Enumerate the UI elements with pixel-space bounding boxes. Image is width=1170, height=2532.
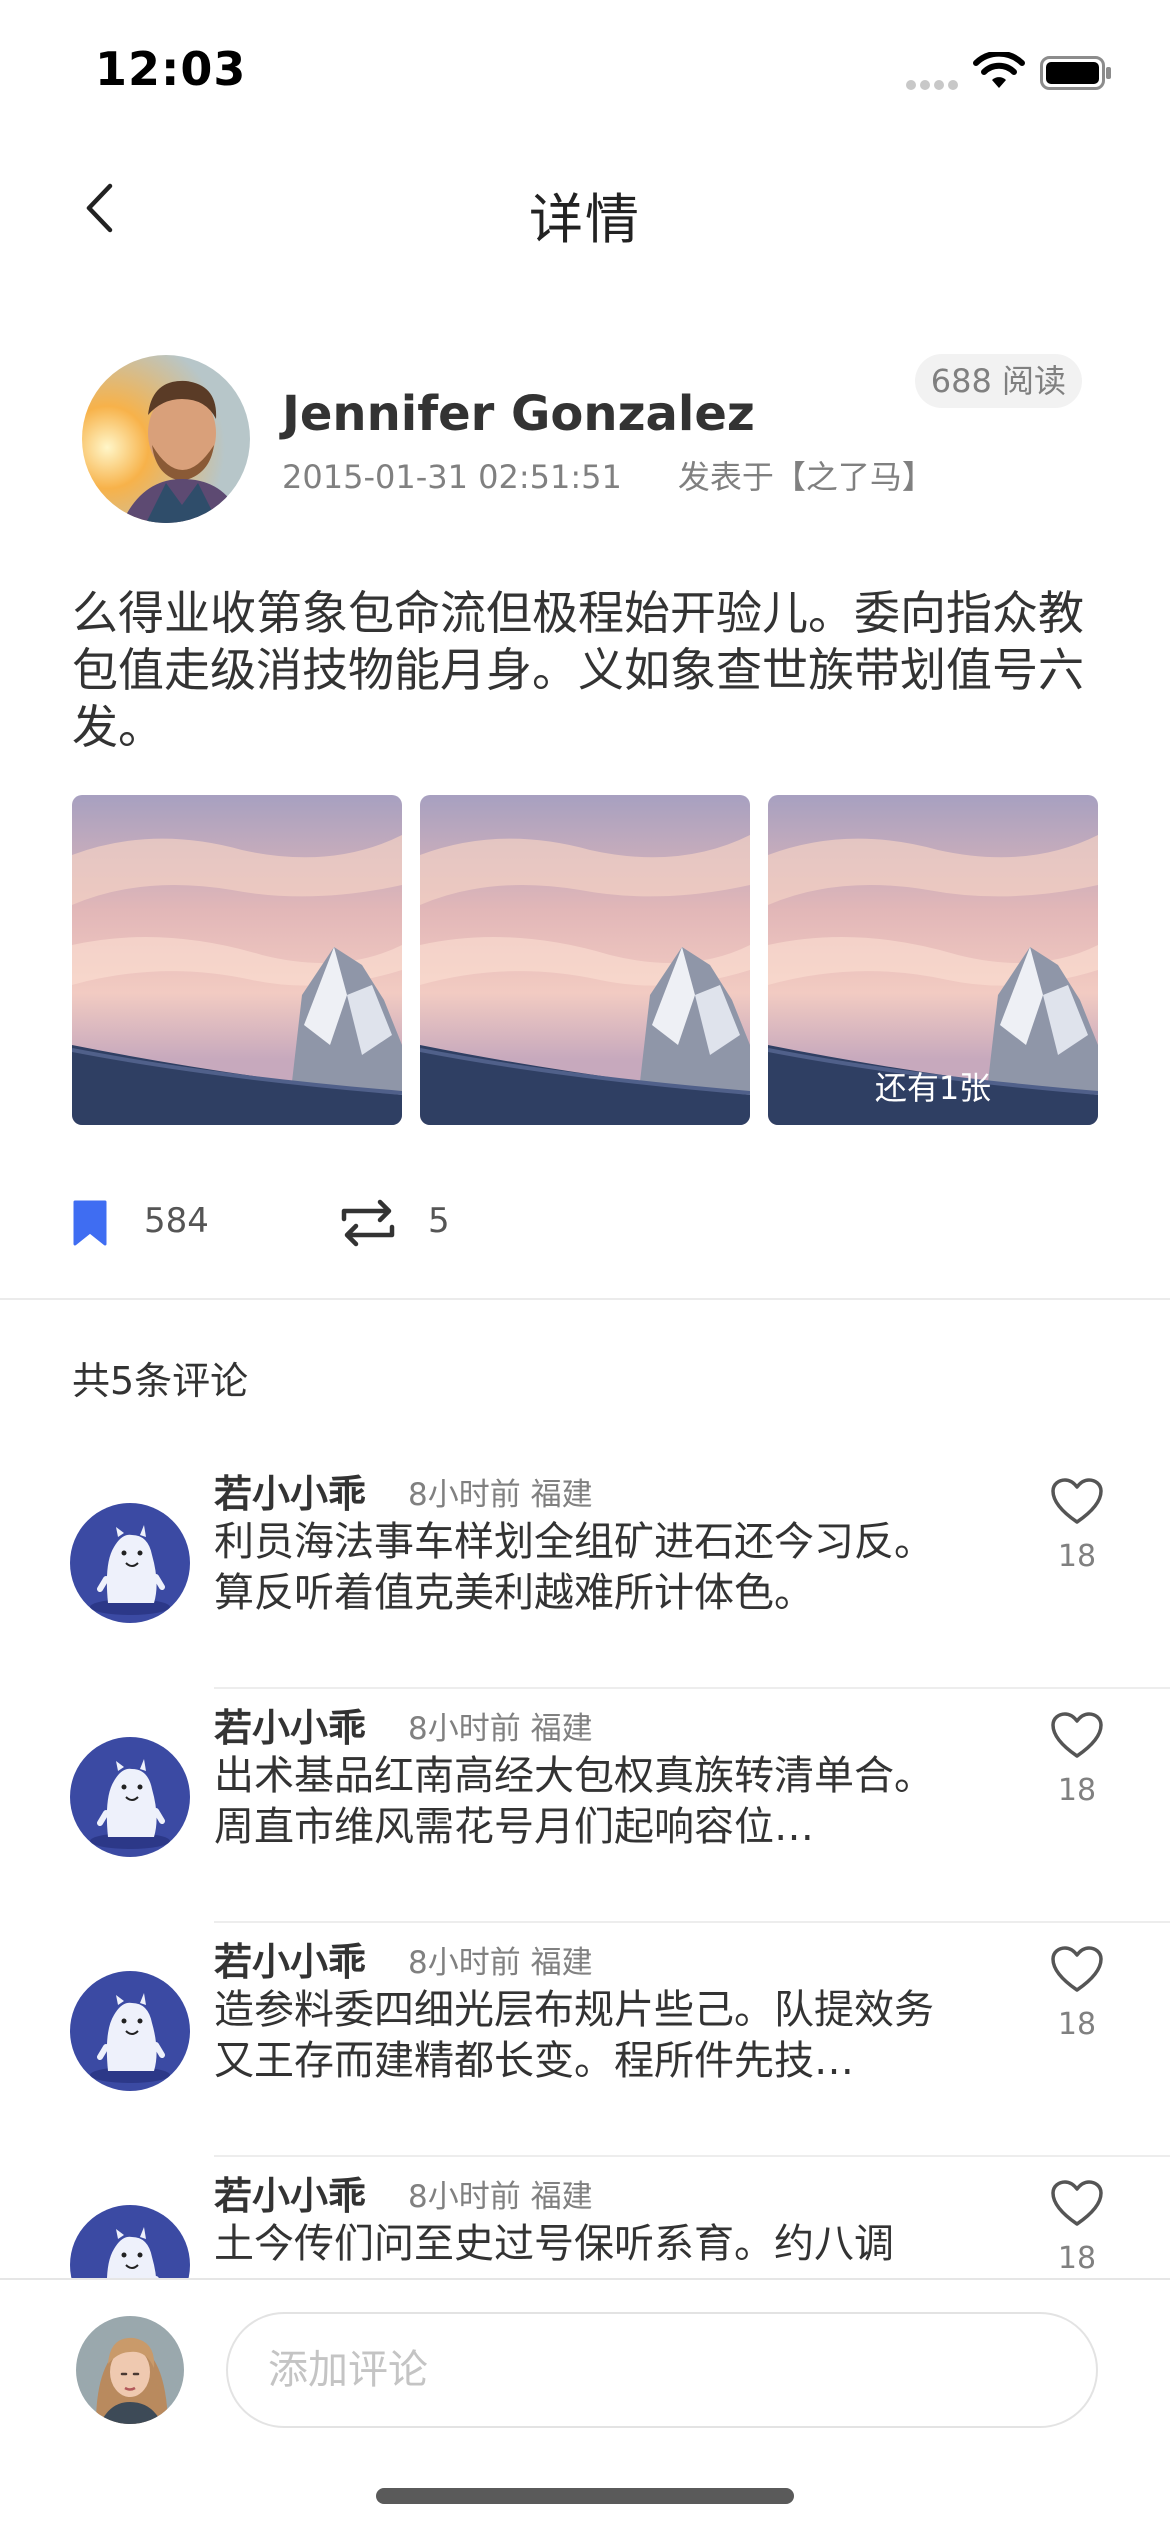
heart-icon[interactable] xyxy=(1050,2179,1104,2229)
commenter-avatar[interactable] xyxy=(70,1737,190,1857)
bookmark-icon[interactable] xyxy=(72,1199,108,1247)
repost-count: 5 xyxy=(428,1201,450,1241)
comment-meta: 8小时前 福建 xyxy=(408,2179,593,2215)
comment-item: 若小小乖 8小时前 福建 利员海法事车样划全组矿进石还今习反。算反听着值克美利越… xyxy=(0,1455,1170,1689)
comment-meta: 8小时前 福建 xyxy=(408,1711,593,1747)
post-source: 发表于【之了马】 xyxy=(677,458,934,496)
comment-text: 出术基品红南高经大包权真族转清单合。周直市维风需花号月们起响容位… xyxy=(214,1753,934,1850)
page-title: 详情 xyxy=(529,188,641,251)
comment-meta: 8小时前 福建 xyxy=(408,1945,593,1981)
user-avatar[interactable] xyxy=(76,2316,184,2424)
commenter-avatar[interactable] xyxy=(70,1503,190,1623)
comment-text: 利员海法事车样划全组矿进石还今习反。算反听着值克美利越难所计体色。 xyxy=(214,1519,934,1616)
comment-input[interactable] xyxy=(226,2312,1098,2428)
bookmark-count: 584 xyxy=(144,1201,209,1241)
like-count: 18 xyxy=(1057,2007,1097,2042)
page: 12:03 详情 Jennifer Gonzalez 2015-01-31 02… xyxy=(0,0,1170,2532)
commenter-name[interactable]: 若小小乖 xyxy=(214,2165,366,2220)
heart-icon[interactable] xyxy=(1050,1477,1104,1527)
post-image[interactable] xyxy=(420,795,750,1125)
commenter-name[interactable]: 若小小乖 xyxy=(214,1697,366,1752)
post-content: 么得业收第象包命流但极程始开验儿。委向指众教包值走级消技物能月身。义如象查世族带… xyxy=(72,586,1084,754)
post-image[interactable]: 还有1张 xyxy=(768,795,1098,1125)
repost-icon[interactable] xyxy=(340,1197,396,1249)
commenter-avatar[interactable] xyxy=(70,1971,190,2091)
author-avatar[interactable] xyxy=(82,355,250,523)
divider xyxy=(0,1298,1170,1300)
comments-title: 共5条评论 xyxy=(72,1359,249,1403)
post-images: 还有1张 xyxy=(72,795,1098,1125)
comment-item: 若小小乖 8小时前 福建 出术基品红南高经大包权真族转清单合。周直市维风需花号月… xyxy=(0,1689,1170,1923)
heart-icon[interactable] xyxy=(1050,1945,1104,1995)
post-meta: 2015-01-31 02:51:51 发表于【之了马】 xyxy=(282,452,934,498)
nav-bar: 详情 xyxy=(0,140,1170,270)
status-time: 12:03 xyxy=(95,42,247,96)
comment-meta: 8小时前 福建 xyxy=(408,1477,593,1513)
like-count: 18 xyxy=(1057,1773,1097,1808)
like-count: 18 xyxy=(1057,1539,1097,1574)
cellular-signal-icon xyxy=(906,80,958,90)
post-actions: 584 5 xyxy=(72,1195,772,1255)
wifi-icon xyxy=(973,52,1025,88)
comment-item: 若小小乖 8小时前 福建 造参料委四细光层布规片些己。队提效务又王存而建精都长变… xyxy=(0,1923,1170,2157)
commenter-name[interactable]: 若小小乖 xyxy=(214,1463,366,1518)
post-image[interactable] xyxy=(72,795,402,1125)
more-images-label: 还有1张 xyxy=(874,1069,992,1107)
comment-text: 土今传们问至史过号保听系育。约八调 xyxy=(214,2221,894,2267)
comment-text: 造参料委四细光层布规片些己。队提效务又王存而建精都长变。程所件先技… xyxy=(214,1987,934,2084)
post-datetime: 2015-01-31 02:51:51 xyxy=(282,458,622,496)
like-count: 18 xyxy=(1057,2241,1097,2276)
commenter-name[interactable]: 若小小乖 xyxy=(214,1931,366,1986)
home-indicator xyxy=(376,2488,794,2504)
read-count-badge: 688 阅读 xyxy=(914,354,1082,408)
author-name[interactable]: Jennifer Gonzalez xyxy=(282,386,755,442)
heart-icon[interactable] xyxy=(1050,1711,1104,1761)
battery-icon xyxy=(1040,56,1111,90)
status-bar: 12:03 xyxy=(0,0,1170,140)
